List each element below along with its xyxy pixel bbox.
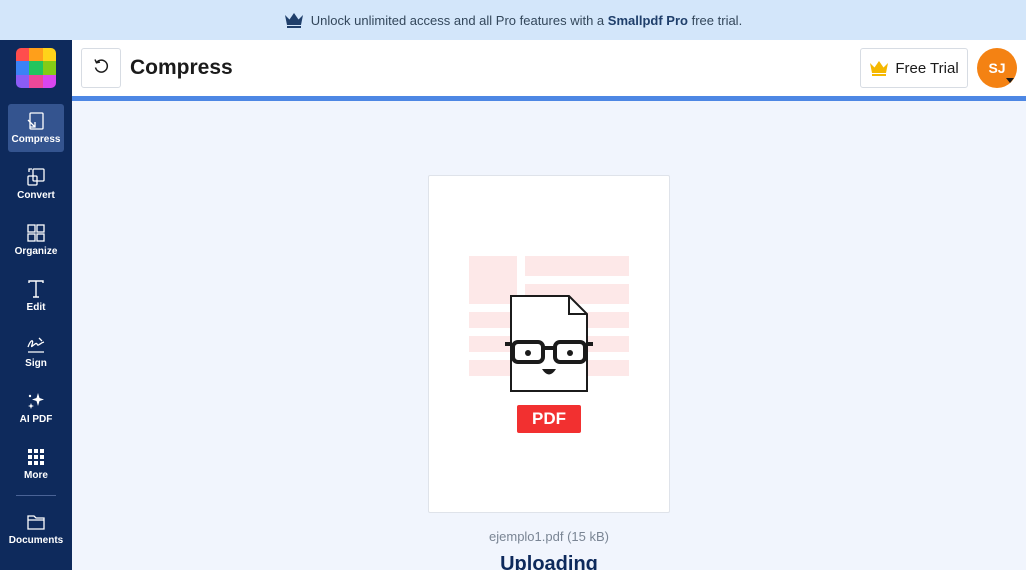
sidebar: Compress Convert Organize Edit Sign AI P… — [0, 40, 72, 570]
sidebar-item-label: Sign — [25, 358, 47, 369]
banner-brand: Smallpdf Pro — [607, 12, 688, 28]
sidebar-item-more[interactable]: More — [8, 440, 64, 488]
undo-icon — [92, 57, 110, 80]
sidebar-item-sign[interactable]: Sign — [8, 328, 64, 376]
pdf-badge: PDF — [532, 409, 566, 428]
crown-icon — [284, 12, 304, 28]
organize-icon — [25, 222, 47, 244]
sign-icon — [25, 334, 47, 356]
chevron-down-icon[interactable] — [1006, 78, 1014, 83]
sidebar-item-label: Compress — [11, 134, 61, 145]
sidebar-divider — [16, 495, 56, 496]
sidebar-item-documents[interactable]: Documents — [4, 505, 68, 553]
file-name: ejemplo1.pdf (15 kB) — [489, 529, 609, 544]
upload-status: Uploading — [500, 553, 598, 570]
banner-text: Unlock unlimited access and all Pro feat… — [310, 12, 743, 28]
free-trial-label: Free Trial — [895, 59, 959, 77]
sidebar-item-label: Convert — [17, 190, 55, 201]
page-title: Compress — [130, 56, 233, 79]
sidebar-item-ai-pdf[interactable]: AI PDF — [8, 384, 64, 432]
sidebar-item-label: Edit — [26, 302, 46, 313]
file-preview-card: PDF — [428, 175, 670, 513]
sidebar-item-convert[interactable]: Convert — [8, 160, 64, 208]
sidebar-item-edit[interactable]: Edit — [8, 272, 64, 320]
folder-icon — [25, 511, 47, 533]
sidebar-item-label: Organize — [14, 246, 58, 257]
sidebar-item-organize[interactable]: Organize — [8, 216, 64, 264]
free-trial-button[interactable]: Free Trial — [860, 48, 968, 88]
compress-icon — [25, 110, 47, 132]
back-button[interactable] — [81, 48, 121, 88]
sidebar-item-label: More — [24, 470, 48, 481]
promo-banner[interactable]: Unlock unlimited access and all Pro feat… — [0, 0, 1026, 40]
progress-bar — [72, 96, 1026, 101]
edit-icon — [25, 278, 47, 300]
sidebar-item-compress[interactable]: Compress — [8, 104, 64, 152]
grid-icon — [25, 446, 47, 468]
sidebar-item-label: Documents — [8, 535, 64, 546]
sidebar-item-label: AI PDF — [19, 414, 53, 425]
smallpdf-logo[interactable] — [16, 48, 56, 88]
top-header: Compress Free Trial SJ — [72, 40, 1026, 96]
crown-icon — [869, 60, 889, 76]
convert-icon — [25, 166, 47, 188]
pdf-file-illustration — [469, 256, 629, 433]
sparkle-icon — [25, 390, 47, 412]
